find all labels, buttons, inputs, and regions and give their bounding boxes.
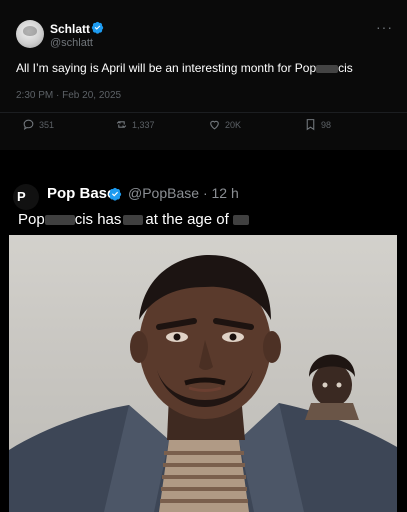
bookmark-button[interactable]: 98 [304,118,331,131]
bookmark-icon [306,119,315,131]
author-avatar[interactable] [16,20,44,48]
popbase-avatar[interactable]: P [13,184,39,210]
tweet-text: All I’m saying is April will be an inter… [16,61,353,75]
tweet-text-visible: All I’m saying is April will be an inter… [16,61,317,75]
author-handle[interactable]: @schlatt [50,37,93,49]
main-tweet: Schlatt @schlatt ··· All I’m saying is A… [0,0,407,150]
quoted-time[interactable]: · 12 h [203,185,239,201]
redaction-scribble [44,215,75,226]
repost-button[interactable]: 1,337 [115,118,155,131]
like-button[interactable]: 20K [208,118,241,131]
character-portrait [9,255,397,512]
redaction-scribble [232,215,249,226]
repost-count: 1,337 [132,119,155,130]
quoted-text-part1: Pop [18,211,45,228]
heart-icon [210,120,219,130]
reply-count: 351 [39,119,55,130]
redaction-scribble [123,215,144,226]
bookmark-count: 98 [321,119,332,130]
repost-icon [116,121,127,128]
quoted-text-part3: at the age of [145,211,229,228]
redaction-scribble [316,64,339,73]
more-options-icon[interactable]: ··· [376,19,393,35]
divider [0,112,407,113]
quoted-author-meta: @PopBase · 12 h [128,185,239,201]
quoted-author-handle[interactable]: @PopBase [128,185,199,201]
verified-badge-icon [108,187,122,201]
verified-badge-icon [91,21,104,34]
author-name[interactable]: Schlatt [50,22,90,36]
quoted-tweet[interactable]: P Pop Base @PopBase · 12 h Pop cis has at … [0,170,407,512]
popbase-logo-icon: P [17,189,26,204]
quoted-text-part2: cis has [74,211,122,228]
tweet-actions-bar: 351 1,337 20K 98 [0,118,407,138]
reply-icon [23,119,34,130]
like-count: 20K [225,119,242,130]
tweet-media-image[interactable] [9,235,397,512]
tweet-text-suffix: cis [338,61,353,75]
quoted-tweet-text: Pop cis has at the age of [18,211,249,228]
quoted-author-name[interactable]: Pop Base [47,185,115,202]
tweet-timestamp[interactable]: 2:30 PM · Feb 20, 2025 [16,90,121,101]
reply-button[interactable]: 351 [22,118,54,131]
